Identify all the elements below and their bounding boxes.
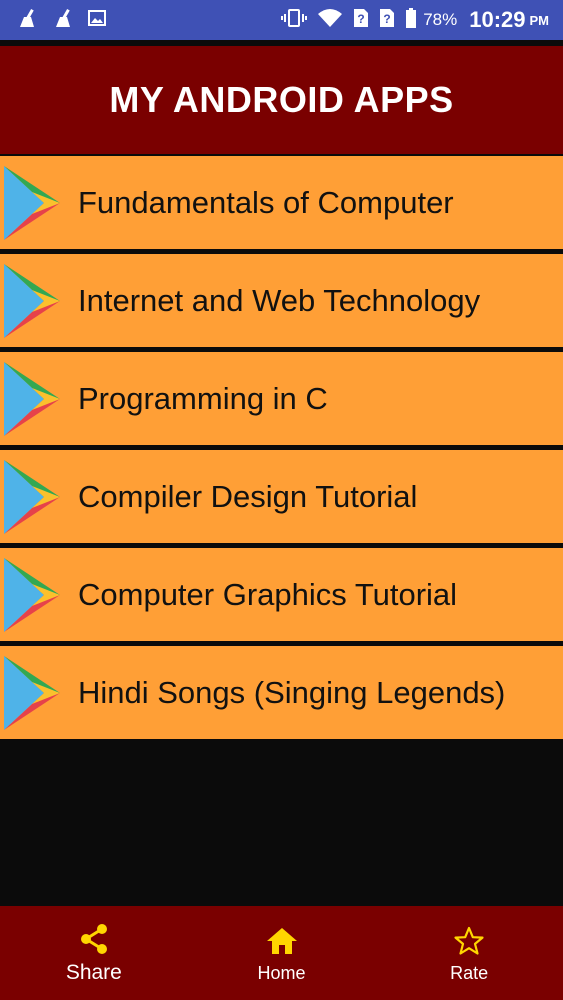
cleaner-icon — [16, 8, 38, 33]
status-bar-system: ? ? 78% 10:29 PM — [271, 7, 549, 33]
svg-text:?: ? — [358, 12, 365, 26]
home-icon — [265, 923, 299, 959]
clock-suffix: PM — [529, 12, 550, 28]
sim-unknown-icon: ? — [379, 8, 395, 33]
play-store-icon — [4, 557, 60, 632]
image-icon — [88, 9, 106, 31]
bottom-nav: Share Home Rate — [0, 906, 563, 1000]
list-item-label: Fundamentals of Computer — [78, 184, 454, 220]
clock: 10:29 — [469, 7, 526, 32]
list-item[interactable]: Internet and Web Technology — [0, 254, 563, 347]
play-store-icon — [4, 263, 60, 338]
rate-button[interactable]: Rate — [375, 906, 563, 1000]
list-item[interactable]: Hindi Songs (Singing Legends) — [0, 646, 563, 739]
status-bar-notifications — [16, 8, 120, 33]
list-item-label: Compiler Design Tutorial — [78, 478, 418, 514]
list-item[interactable]: Programming in C — [0, 352, 563, 445]
play-store-icon — [4, 165, 60, 240]
list-item[interactable]: Computer Graphics Tutorial — [0, 548, 563, 641]
battery-percent: 78% — [423, 10, 458, 29]
list-item-label: Internet and Web Technology — [78, 282, 481, 318]
wifi-icon — [317, 8, 343, 33]
share-icon — [77, 921, 111, 957]
svg-text:?: ? — [384, 12, 391, 26]
app-list: Fundamentals of Computer Internet and We… — [0, 156, 563, 744]
home-button[interactable]: Home — [188, 906, 376, 1000]
vibrate-icon — [281, 8, 308, 33]
cleaner-icon — [52, 8, 74, 33]
list-item[interactable]: Compiler Design Tutorial — [0, 450, 563, 543]
battery-icon — [405, 7, 417, 33]
list-item-label: Hindi Songs (Singing Legends) — [78, 674, 506, 710]
sim-unknown-icon: ? — [353, 8, 369, 33]
home-label: Home — [257, 962, 306, 983]
share-button[interactable]: Share — [0, 906, 188, 1000]
app-header: MY ANDROID APPS — [0, 46, 563, 154]
star-icon — [453, 923, 485, 959]
play-store-icon — [4, 361, 60, 436]
share-label: Share — [65, 961, 122, 984]
page-title: MY ANDROID APPS — [109, 79, 454, 120]
list-item-label: Computer Graphics Tutorial — [78, 576, 458, 612]
play-store-icon — [4, 655, 60, 730]
rate-label: Rate — [450, 962, 489, 983]
list-item[interactable]: Fundamentals of Computer — [0, 156, 563, 249]
play-store-icon — [4, 459, 60, 534]
list-item-label: Programming in C — [78, 380, 328, 416]
status-bar: ? ? 78% 10:29 PM — [0, 0, 563, 40]
